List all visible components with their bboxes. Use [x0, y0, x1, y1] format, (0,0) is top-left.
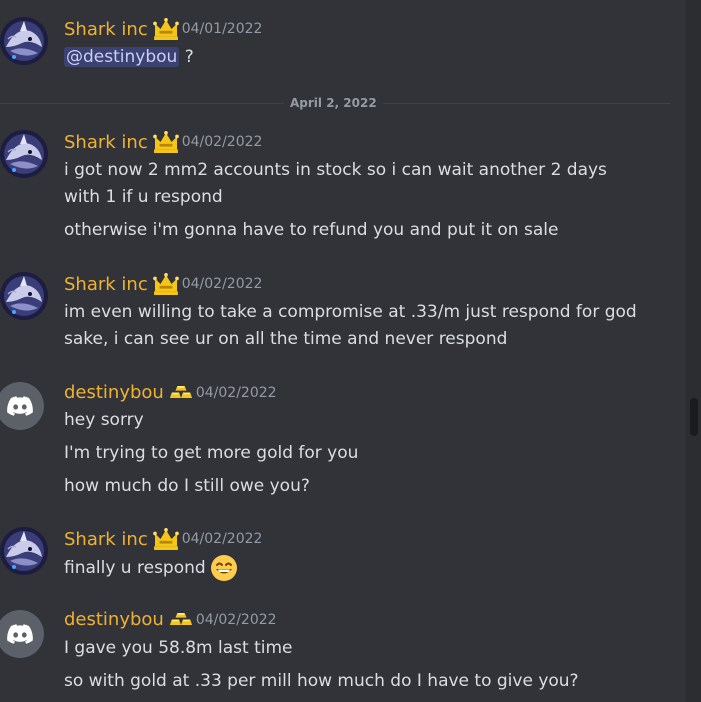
shark-avatar-icon	[0, 272, 48, 320]
avatar[interactable]	[0, 382, 44, 430]
crown-icon	[153, 528, 179, 550]
username[interactable]: Shark inc	[64, 274, 148, 295]
timestamp: 04/01/2022	[181, 21, 263, 37]
message-header: Shark inc 04/01/2022	[64, 18, 262, 40]
message-header: Shark inc 04/02/2022	[64, 131, 262, 153]
avatar[interactable]	[0, 527, 48, 575]
username[interactable]: Shark inc	[64, 132, 148, 153]
message-line: how much do I still owe you?	[64, 476, 310, 496]
message-line: so with gold at .33 per mill how much do…	[64, 671, 579, 691]
username[interactable]: destinybou	[64, 382, 164, 403]
scrollbar-track[interactable]	[686, 0, 701, 702]
shark-avatar-icon	[0, 17, 48, 65]
username[interactable]: destinybou	[64, 609, 164, 630]
username[interactable]: Shark inc	[64, 19, 148, 40]
timestamp: 04/02/2022	[181, 134, 263, 150]
discord-logo-icon	[7, 624, 33, 644]
message-content: ?	[184, 47, 194, 67]
message-header: destinybou 04/02/2022	[64, 609, 277, 630]
timestamp: 04/02/2022	[181, 276, 263, 292]
message-list: Shark inc 04/01/2022 @destinybou ? April…	[0, 0, 686, 702]
grinning-face-emoji	[210, 555, 237, 581]
username[interactable]: Shark inc	[64, 529, 148, 550]
message-line: sake, i can see ur on all the time and n…	[64, 329, 508, 349]
user-mention[interactable]: @destinybou	[64, 47, 180, 67]
avatar[interactable]	[0, 610, 44, 658]
message-header: Shark inc 04/02/2022	[64, 528, 262, 550]
message-line: i got now 2 mm2 accounts in stock so i c…	[64, 160, 607, 180]
gold-bars-icon	[169, 385, 193, 400]
avatar[interactable]	[0, 272, 48, 320]
message-header: Shark inc 04/02/2022	[64, 273, 262, 295]
message-line: otherwise i'm gonna have to refund you a…	[64, 220, 559, 240]
crown-icon	[153, 131, 179, 153]
message-header: destinybou 04/02/2022	[64, 382, 277, 403]
discord-logo-icon	[7, 396, 33, 416]
message-line: I'm trying to get more gold for you	[64, 443, 359, 463]
timestamp: 04/02/2022	[181, 531, 263, 547]
shark-avatar-icon	[0, 527, 48, 575]
shark-avatar-icon	[0, 130, 48, 178]
crown-icon	[153, 273, 179, 295]
timestamp: 04/02/2022	[195, 384, 277, 401]
gold-bars-icon	[169, 612, 193, 627]
message-line: finally u respond	[64, 554, 238, 582]
scrollbar-thumb[interactable]	[690, 398, 698, 436]
crown-icon	[153, 18, 179, 40]
message-line: im even willing to take a compromise at …	[64, 302, 637, 322]
message-line: with 1 if u respond	[64, 187, 223, 207]
message-line: I gave you 58.8m last time	[64, 638, 293, 658]
avatar[interactable]	[0, 130, 48, 178]
avatar[interactable]	[0, 17, 48, 65]
timestamp: 04/02/2022	[195, 611, 277, 628]
date-divider: April 2, 2022	[284, 96, 383, 110]
message-content: finally u respond	[64, 558, 206, 578]
message-text: @destinybou ?	[64, 46, 194, 68]
message-line: hey sorry	[64, 410, 144, 430]
